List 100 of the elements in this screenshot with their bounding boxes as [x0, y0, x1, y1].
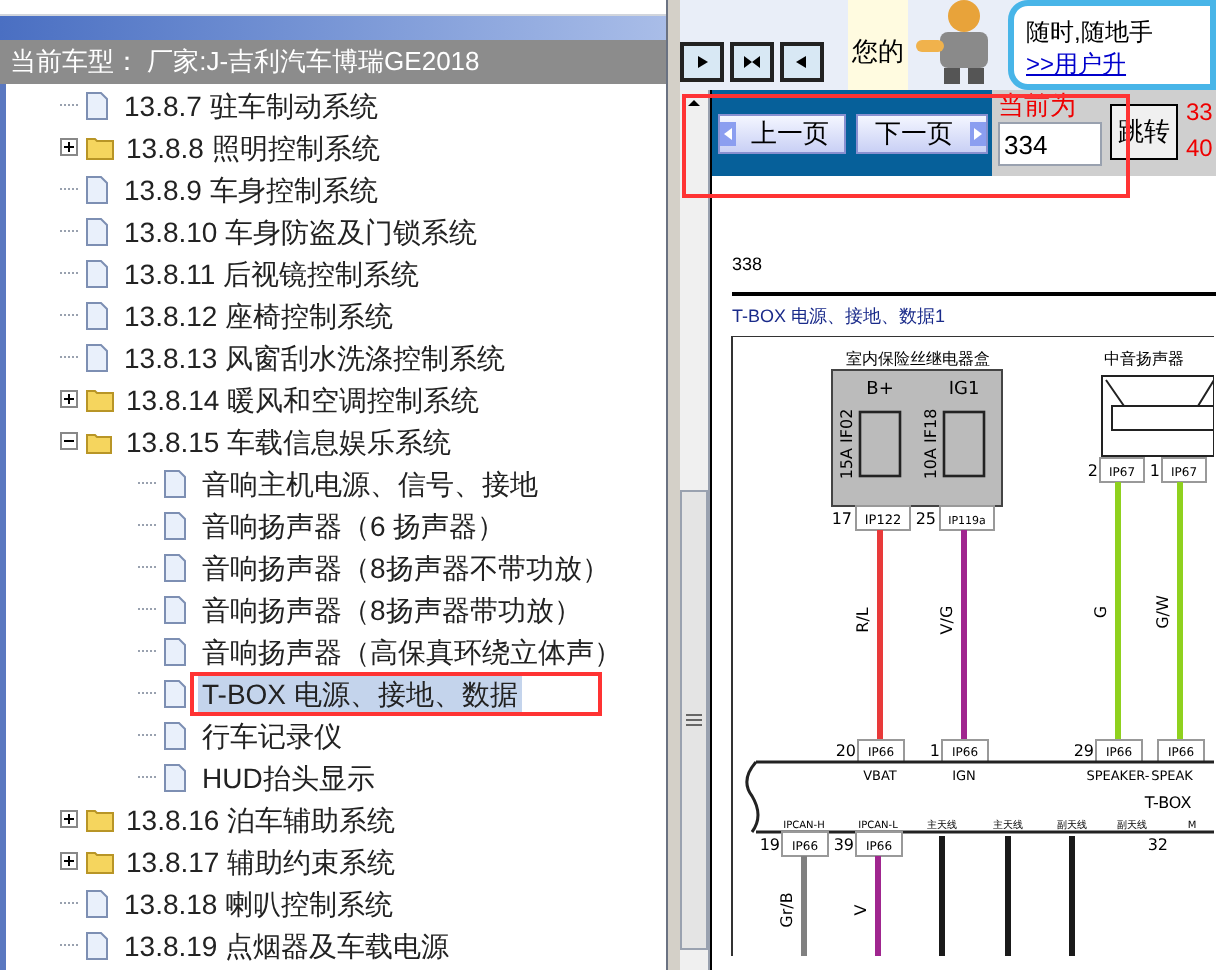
page-number: 338	[732, 252, 765, 276]
pin-number: 29	[1073, 742, 1094, 760]
connector-tag	[855, 831, 903, 857]
fuse-symbol	[858, 410, 902, 478]
pin-number: 1	[1149, 462, 1160, 480]
tree-item[interactable]: 13.8.18 喇叭控制系统	[120, 885, 398, 921]
tree-item[interactable]: 13.8.8 照明控制系统	[122, 129, 384, 165]
tree-item[interactable]: 13.8.17 辅助约束系统	[122, 843, 400, 879]
pin-number: 17	[831, 510, 852, 528]
page-icon	[164, 763, 186, 791]
arrow-icon	[692, 52, 712, 72]
tree-item[interactable]: 音响扬声器（高保真环绕立体声）	[198, 633, 626, 669]
pin-number: 1	[929, 742, 940, 760]
page-icon	[164, 469, 186, 497]
tree-item[interactable]: 13.8.19 点烟器及车载电源	[120, 927, 454, 963]
tree-item[interactable]: 13.8.11 后视镜控制系统	[120, 255, 424, 291]
prev-page-button[interactable]: 上一页	[718, 114, 846, 154]
folder-icon	[86, 429, 114, 453]
fuse-label: 15A IF02	[838, 408, 856, 480]
pin-number: 20	[835, 742, 856, 760]
folder-icon	[86, 807, 114, 831]
grip-icon	[686, 714, 702, 726]
expand-icon[interactable]	[60, 138, 78, 156]
folder-icon	[86, 135, 114, 159]
tree-item[interactable]: 13.8.12 座椅控制系统	[120, 297, 398, 333]
connector-tag	[857, 739, 905, 763]
pin-number: 2	[1087, 462, 1098, 480]
connector-tag	[1157, 739, 1205, 763]
greeting-text: 您的	[852, 33, 904, 69]
page-count-text: 33	[1186, 96, 1213, 130]
tree-item[interactable]: 13.8.13 风窗刮水洗涤控制系统	[120, 339, 510, 375]
next-page-button[interactable]: 下一页	[856, 114, 988, 154]
connector-tag	[781, 831, 829, 857]
connector-tag	[939, 505, 995, 531]
supply-label: B+	[866, 380, 894, 400]
page-input[interactable]: 334	[998, 122, 1102, 166]
page-icon	[164, 637, 186, 665]
tree-item[interactable]: 13.8.10 车身防盗及门锁系统	[120, 213, 482, 249]
next-pane-button[interactable]	[680, 42, 724, 82]
fuse-symbol	[942, 410, 986, 478]
connector-tag	[941, 739, 989, 763]
folder-icon	[86, 387, 114, 411]
wire-label: Gr/B	[778, 892, 796, 928]
collapse-icon[interactable]	[60, 432, 78, 450]
page-icon	[86, 91, 108, 119]
fuse-label: 10A IF18	[922, 408, 940, 480]
left-arrow-icon	[720, 122, 736, 146]
expand-icon[interactable]	[60, 390, 78, 408]
connector-tag	[1161, 457, 1207, 483]
wire-label: G	[1092, 605, 1110, 619]
page-icon	[164, 595, 186, 623]
page-icon	[86, 301, 108, 329]
vehicle-label: 当前车型： 厂家:J-吉利汽车博瑞GE2018	[10, 44, 480, 81]
fuse-box-title: 室内保险丝继电器盒	[846, 350, 990, 368]
tree-item[interactable]: 13.8.15 车载信息娱乐系统	[122, 423, 456, 459]
wire-label: V	[852, 904, 870, 916]
pin-number: 25	[915, 510, 936, 528]
pin-number: 32	[1147, 836, 1168, 854]
tree-item[interactable]: 13.8.14 暖风和空调控制系统	[122, 381, 484, 417]
split-view-button[interactable]	[730, 42, 774, 82]
page-icon	[164, 721, 186, 749]
arrow-icon	[792, 52, 812, 72]
page-icon	[86, 217, 108, 245]
expand-icon[interactable]	[60, 852, 78, 870]
upgrade-link[interactable]: >>用户升	[1026, 48, 1210, 80]
tree-item[interactable]: HUD抬头显示	[198, 759, 379, 795]
folder-icon	[86, 849, 114, 873]
page-icon	[164, 511, 186, 539]
tree-item[interactable]: 13.8.7 驻车制动系统	[120, 87, 382, 123]
document-title: T-BOX 电源、接地、数据1	[732, 304, 948, 328]
tree-item[interactable]: 音响扬声器（8扬声器不带功放）	[198, 549, 614, 585]
tree-item[interactable]: 13.8.16 泊车辅助系统	[122, 801, 400, 837]
tree-item[interactable]: 13.8.9 车身控制系统	[120, 171, 382, 207]
tree-item[interactable]: 音响扬声器（6 扬声器）	[198, 507, 510, 543]
pin-number: 39	[833, 836, 854, 854]
page-icon	[164, 679, 186, 707]
arrow-icon	[742, 52, 762, 72]
module-name: T-BOX	[1144, 794, 1192, 812]
tree-item[interactable]: 音响主机电源、信号、接地	[198, 465, 542, 501]
tree-item[interactable]: 音响扬声器（8扬声器带功放）	[198, 591, 586, 627]
page-icon	[86, 259, 108, 287]
speaker-title: 中音扬声器	[1104, 350, 1184, 368]
wire-label: R/L	[854, 607, 872, 633]
expand-icon[interactable]	[60, 810, 78, 828]
pin-number: 19	[759, 836, 780, 854]
page-icon	[86, 343, 108, 371]
page-icon	[86, 889, 108, 917]
tree-item[interactable]: 行车记录仪	[198, 717, 346, 753]
connector-tag	[1099, 457, 1145, 483]
scrollbar-thumb[interactable]	[680, 490, 708, 950]
page-icon	[86, 175, 108, 203]
right-arrow-icon	[970, 122, 986, 146]
prev-pane-button[interactable]	[780, 42, 824, 82]
connector-tag	[1095, 739, 1143, 763]
connector-tag	[855, 505, 911, 531]
wire-label: G/W	[1154, 595, 1172, 629]
tree-item[interactable]: T-BOX 电源、接地、数据	[198, 675, 522, 711]
page-icon	[164, 553, 186, 581]
promo-text: 随时,随地手	[1026, 16, 1155, 48]
wire-label: V/G	[938, 605, 956, 635]
